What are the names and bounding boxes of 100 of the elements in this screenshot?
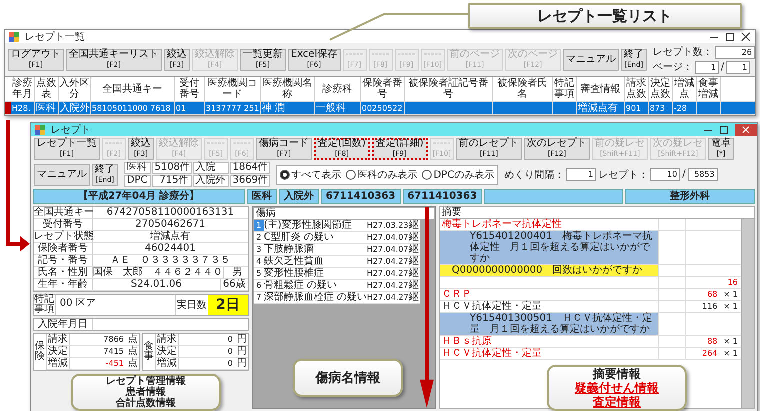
field-value: 46024401 (144, 243, 197, 254)
disease-row[interactable]: 2 C型肝炎 の疑い H27.04.07継 (254, 232, 420, 244)
receipt-field[interactable]: 10 (650, 168, 680, 181)
callout-text: 傷病名情報 (316, 372, 380, 384)
toolbar-button[interactable]: マニュアル (563, 48, 620, 70)
disease-row[interactable]: 6 骨粗鬆症 の疑い H27.04.27継 (254, 280, 420, 292)
column-header[interactable]: 医療機関名称 (261, 77, 315, 101)
column-header[interactable]: 点数表 (35, 77, 59, 101)
points-value: 16 (728, 277, 738, 288)
receipt-label: レセプト： (598, 168, 648, 182)
radio-icon[interactable] (280, 170, 290, 180)
maximize-icon[interactable] (719, 124, 729, 134)
entry-text: ＣＲＰ (441, 289, 472, 300)
total-label: 決定 (47, 346, 70, 357)
total-value: 0 (226, 334, 234, 345)
field-value: 27050462671 (134, 219, 206, 230)
column-header[interactable]: 特記事項 (553, 77, 577, 101)
column-header[interactable]: 食事増減 (697, 77, 721, 101)
close-icon[interactable] (741, 32, 751, 42)
window-title: レセプト一覧 (25, 30, 85, 44)
table-cell-text: 神 潤 (262, 102, 286, 115)
filter-radio[interactable]: DPCのみ表示 (422, 168, 494, 182)
count-value: 715件 (152, 175, 192, 187)
count-field: 26 (715, 46, 756, 58)
points-value: 68 (707, 289, 718, 300)
column-header[interactable]: 請求点数 (625, 77, 649, 101)
app-icon (9, 32, 19, 42)
disease-row[interactable]: 3 下肢静脈瘤 H27.04.07継 (254, 244, 420, 256)
radio-icon[interactable] (422, 170, 432, 180)
callout-text: 摘要情報 (593, 367, 641, 381)
field-value: 67427058110000163131 (106, 207, 236, 218)
field-value: 男 (223, 267, 251, 278)
column-header[interactable]: 受付番号 (175, 77, 205, 101)
field-value: S24.01.06 (130, 279, 183, 290)
table-cell: -28 (674, 104, 688, 112)
filter-radio[interactable]: 医科のみ表示 (346, 168, 418, 182)
column-header[interactable]: 診療年月 (11, 77, 35, 101)
column-header[interactable]: 入外区分 (59, 77, 91, 101)
count-value: 3669件 (230, 175, 270, 187)
column-header[interactable]: 医療機関コード (205, 77, 261, 101)
summary-cell: 入院外 (279, 189, 319, 204)
remarks-label: 特記事項 (34, 295, 56, 315)
total-label: 決定 (156, 346, 179, 357)
table-cell-text: 増減点有 (578, 102, 618, 115)
field-label: 記号・番号 (34, 255, 93, 266)
disease-row[interactable]: 4 鉄欠乏性貧血 H27.04.27継 (254, 256, 420, 268)
panel-label: 摘要 (439, 206, 755, 218)
period-header: 【平成27年04月 診療分】 (33, 189, 245, 204)
table-row[interactable]: H28. 医科 入院外 58105011000 7618 01 3137777 251 神 潤 一般科 00250522 増減点有 901 873 -28 (5, 102, 755, 115)
column-header[interactable]: 被保険者証記号番号 (405, 77, 493, 101)
field-value: 66歳 (220, 279, 248, 290)
disease-row[interactable]: 1 (主)変形性膝関節症 H27.03.23継 (254, 220, 420, 232)
count-label: DPC (124, 175, 151, 187)
scrollbar[interactable] (741, 219, 754, 408)
count-label: レセプト数： (653, 46, 714, 59)
total-label: 請求 (47, 334, 70, 345)
column-header[interactable]: 決定点数 (649, 77, 673, 101)
count-value: 5108件 (152, 162, 192, 174)
unit-label: 点 (127, 334, 139, 345)
summary-cell: 6711410363 (402, 189, 482, 204)
entry-text: 梅毒トレポネーマ抗体定性 (441, 219, 562, 230)
column-header[interactable]: 診療科 (315, 77, 361, 101)
points-value: 264 (702, 348, 718, 359)
filter-radio[interactable]: すべて表示 (280, 168, 342, 182)
table-cell: 58105011000 7618 (92, 104, 171, 112)
maximize-icon[interactable] (725, 32, 735, 42)
interval-field[interactable]: 1 (566, 168, 596, 181)
radio-icon[interactable] (346, 170, 356, 180)
table-cell-text: 一般科 (316, 102, 346, 115)
table-cell: H28. (12, 104, 31, 112)
disease-row[interactable]: 5 変形性腰椎症 H27.04.27継 (254, 268, 420, 280)
times-value: × 1 (724, 336, 738, 347)
toolbar-button[interactable]: マニュアル (34, 164, 90, 186)
summary-cell: 医科 (247, 189, 277, 204)
group-label: 保険 (34, 334, 47, 370)
column-header[interactable]: 審査情報 (577, 77, 625, 101)
field-value: 国保 太郎 ４４６２４４０ (93, 267, 223, 278)
total-value: -451 (104, 358, 125, 369)
unit-label: 円 (236, 358, 248, 369)
column-header[interactable]: 保険者番号 (361, 77, 405, 101)
disease-row[interactable]: 7 深部静脈血栓症 の疑いH27.04.27継 (254, 292, 420, 304)
arrow-icon (420, 207, 434, 408)
remarks-value: 00 区ア (59, 297, 97, 311)
receipt-total-field: 5853 (688, 168, 718, 181)
column-header[interactable]: 全国共通キー (91, 77, 175, 101)
count-value: 1864件 (230, 162, 270, 174)
total-label: 請求 (156, 334, 179, 345)
points-value: 88 (707, 336, 718, 347)
app-icon (35, 124, 45, 134)
panel-label: 傷病 (253, 207, 435, 219)
column-header[interactable]: 増減点 (673, 77, 697, 101)
interval-label: めくり間隔： (504, 168, 564, 182)
department-header: 整形外科 (625, 189, 755, 204)
total-value: 7866 (102, 334, 125, 345)
entry-text: ＨＢｓ抗原 (441, 336, 493, 347)
column-header[interactable]: 被保険者氏名 (493, 77, 553, 101)
count-label: 入院外 (192, 175, 229, 187)
total-label: 増減 (47, 358, 70, 369)
page-separator: / (721, 62, 724, 72)
summary-cell: 6711410363 (321, 189, 401, 204)
